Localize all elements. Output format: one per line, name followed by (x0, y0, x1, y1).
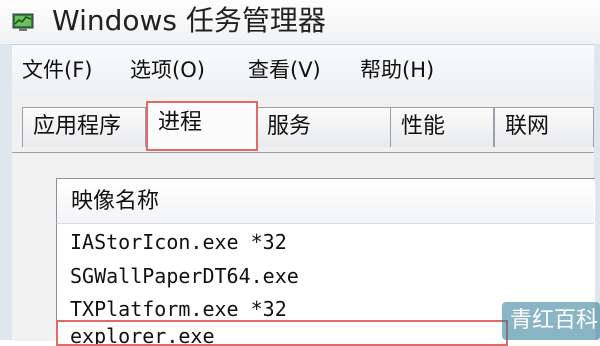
watermark-text: 青红百科 (510, 308, 599, 333)
menu-help[interactable]: 帮助(H) (360, 55, 434, 85)
task-manager-icon (12, 13, 34, 31)
watermark: 青红百科 (502, 302, 600, 340)
tab-strip: 应用程序 进程 服务 性能 联网 (12, 97, 594, 157)
column-header-image-name[interactable]: 映像名称 (56, 178, 594, 224)
window-frame-left (0, 44, 12, 340)
tab-processes[interactable]: 进程 (146, 101, 258, 151)
column-header-label: 映像名称 (71, 189, 160, 214)
menu-file[interactable]: 文件(F) (22, 55, 92, 85)
window-title: Windows 任务管理器 (52, 4, 326, 37)
menu-options[interactable]: 选项(O) (130, 55, 205, 85)
title-bar: Windows 任务管理器 (0, 0, 600, 44)
process-row[interactable]: SGWallPaperDT64.exe (70, 262, 299, 290)
process-row[interactable]: TXPlatform.exe *32 (70, 295, 287, 323)
tab-performance[interactable]: 性能 (390, 107, 494, 147)
tab-applications[interactable]: 应用程序 (22, 107, 146, 147)
tab-networking[interactable]: 联网 (494, 107, 594, 147)
menu-bar: 文件(F) 选项(O) 查看(V) 帮助(H) (12, 44, 594, 98)
process-row-highlighted[interactable]: explorer.exe (56, 320, 508, 346)
tab-services[interactable]: 服务 (256, 107, 396, 147)
process-row[interactable]: IAStorIcon.exe *32 (70, 228, 287, 256)
menu-view[interactable]: 查看(V) (248, 55, 321, 85)
